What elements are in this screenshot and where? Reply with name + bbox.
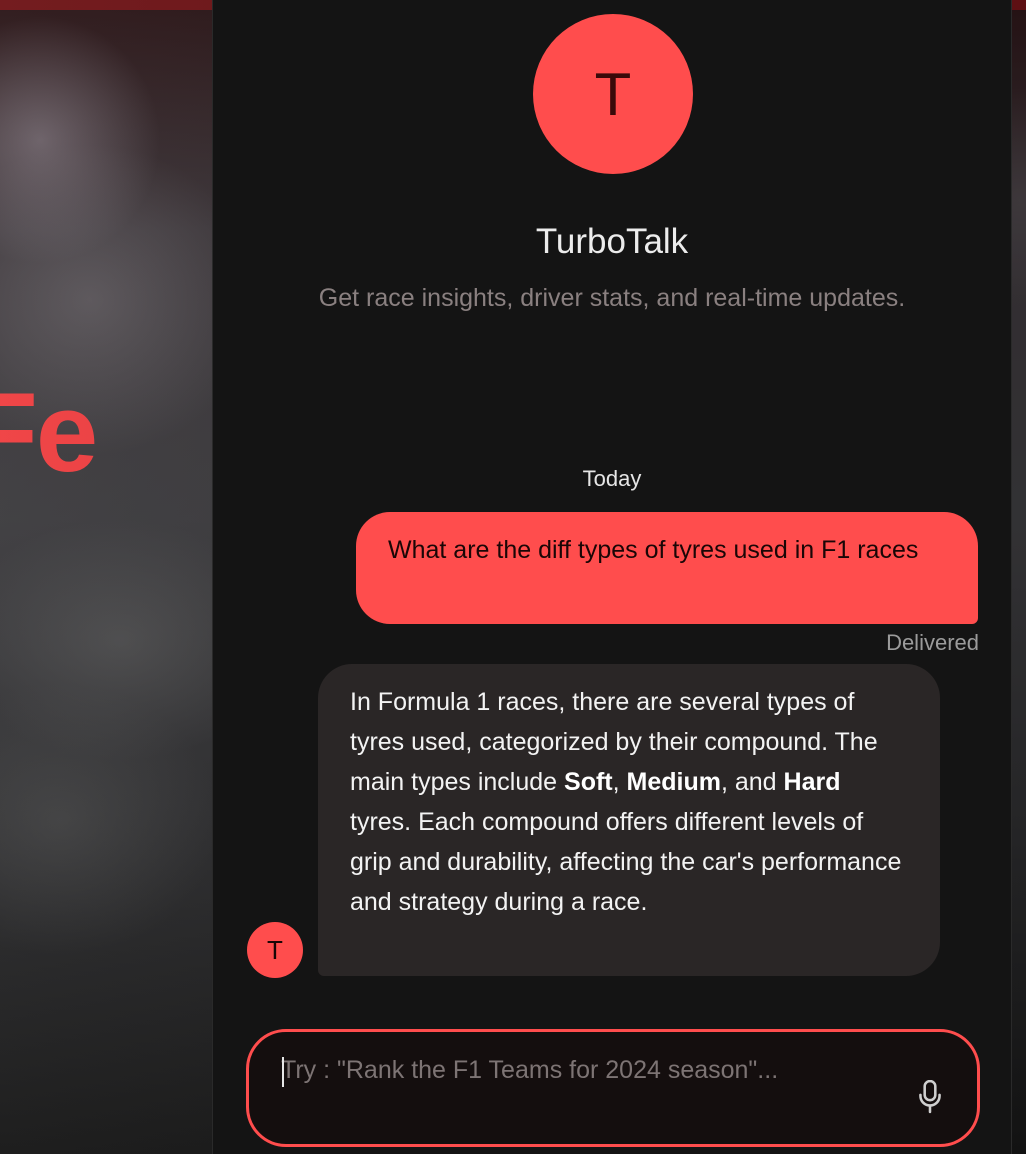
bot-message-bubble: In Formula 1 races, there are several ty… (318, 664, 940, 976)
bot-name: TurboTalk (535, 222, 689, 261)
day-separator: Today (582, 466, 642, 491)
microphone-icon[interactable] (917, 1080, 943, 1114)
bot-avatar-large: T (533, 14, 693, 174)
message-composer (246, 1029, 980, 1147)
bot-avatar-small: T (247, 922, 303, 978)
message-status: Delivered (886, 630, 979, 655)
user-message-bubble: What are the diff types of tyres used in… (356, 512, 978, 624)
message-input[interactable] (281, 1050, 881, 1136)
bot-message-text-3: , and (720, 768, 784, 796)
user-message-text: What are the diff types of tyres used in… (388, 536, 919, 564)
text-caret (282, 1057, 284, 1087)
bot-tagline: Get race insights, driver stats, and rea… (318, 284, 906, 312)
bot-message-text-4: tyres. Each compound offers different le… (350, 808, 902, 916)
bot-message-soft: Soft (564, 768, 613, 796)
bot-message-hard: Hard (783, 768, 841, 796)
bot-message-text-2: , (612, 768, 627, 796)
bot-avatar-small-letter: T (267, 934, 283, 965)
chat-panel: T TurboTalk Get race insights, driver st… (212, 0, 1012, 1154)
bot-message-medium: Medium (626, 768, 721, 796)
bot-avatar-letter: T (594, 60, 632, 128)
